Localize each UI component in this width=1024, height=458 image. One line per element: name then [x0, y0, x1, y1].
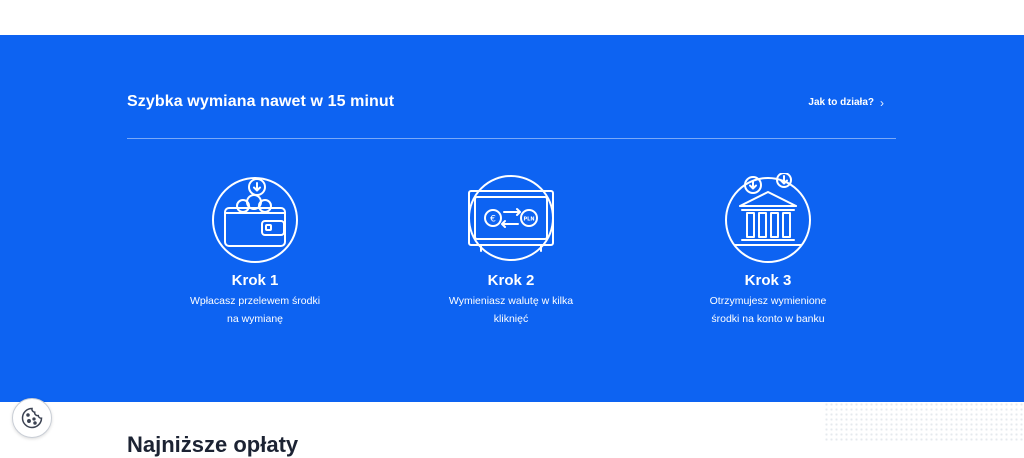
next-section-heading: Najniższe opłaty	[127, 432, 299, 457]
cookie-settings-button[interactable]	[12, 398, 52, 438]
step-title: Krok 2	[487, 272, 535, 289]
cookie-icon	[21, 407, 43, 429]
step-2: € PLN Krok 2 Wymieniasz walutę w kilka k…	[421, 173, 601, 328]
exchange-steps-section: Szybka wymiana nawet w 15 minut Jak to d…	[0, 35, 1024, 402]
how-it-works-link[interactable]: Jak to działa? ›	[808, 95, 884, 110]
step-description: Wymieniasz walutę w kilka kliknięć	[448, 295, 574, 325]
currency-to-label: PLN	[523, 217, 534, 223]
chevron-right-icon: ›	[880, 95, 884, 110]
step-description: Wpłacasz przelewem środki na wymianę	[189, 295, 321, 325]
currency-from-label: €	[490, 215, 496, 225]
step-3: Krok 3 Otrzymujesz wymienione środki na …	[678, 173, 858, 328]
step-description: Otrzymujesz wymienione środki na konto w…	[709, 295, 827, 325]
step-1: Krok 1 Wpłacasz przelewem środki na wymi…	[165, 173, 345, 328]
exchange-icon: € PLN	[468, 175, 554, 261]
divider	[127, 138, 896, 139]
wallet-icon	[212, 177, 298, 263]
top-header-strip	[0, 0, 1024, 36]
decorative-dot-pattern	[824, 402, 1024, 443]
section-title: Szybka wymiana nawet w 15 minut	[127, 93, 395, 110]
step-title: Krok 3	[744, 272, 792, 289]
how-it-works-label: Jak to działa?	[808, 97, 874, 108]
step-title: Krok 1	[231, 272, 279, 289]
bank-icon	[725, 173, 811, 263]
